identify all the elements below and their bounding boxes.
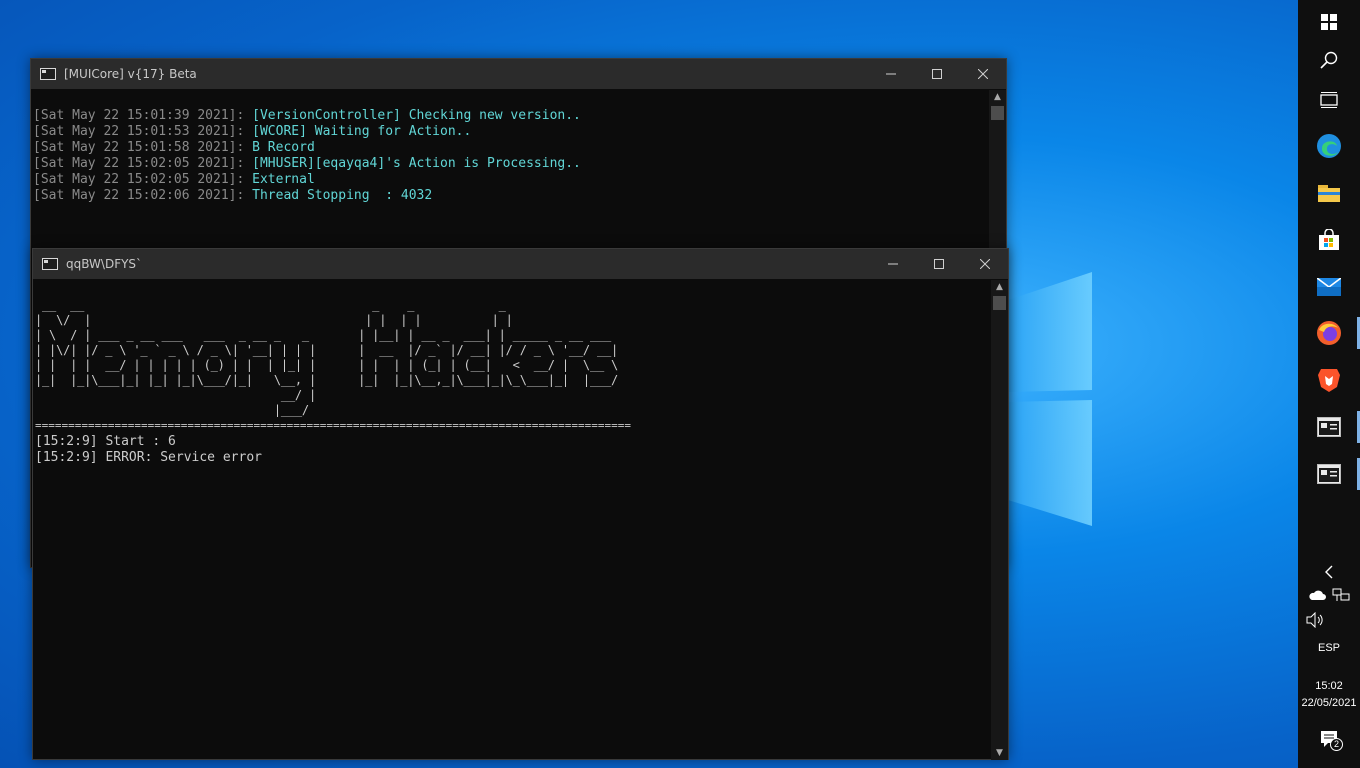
taskbar: ESP 15:02 22/05/2021 2 bbox=[1298, 0, 1360, 768]
brave-icon bbox=[1318, 369, 1340, 392]
maximize-icon bbox=[934, 259, 944, 269]
memoryhackers-console-window[interactable]: qqBW\DFYS` __ __ _ _ _ | \/ | | | | | | … bbox=[32, 248, 1009, 760]
ascii-banner: __ __ _ _ _ | \/ | | | | | | | | \ / | _… bbox=[35, 298, 619, 417]
onedrive-icon[interactable] bbox=[1308, 588, 1326, 602]
log-line: [Sat May 22 15:01:58 2021]: B Record bbox=[33, 140, 315, 155]
close-button[interactable] bbox=[962, 249, 1008, 279]
maximize-button[interactable] bbox=[916, 249, 962, 279]
console-icon bbox=[1317, 464, 1341, 484]
window-title: [MUICore] v{17} Beta bbox=[64, 67, 197, 81]
window-title: qqBW\DFYS` bbox=[66, 257, 143, 271]
log-line: [Sat May 22 15:02:05 2021]: [MHUSER][eqa… bbox=[33, 156, 581, 171]
scroll-up-icon[interactable]: ▲ bbox=[991, 280, 1008, 294]
scroll-down-icon[interactable]: ▼ bbox=[991, 746, 1008, 760]
notification-count-badge: 2 bbox=[1330, 738, 1343, 751]
console-icon bbox=[42, 258, 58, 270]
close-icon bbox=[980, 259, 990, 269]
vertical-scrollbar[interactable]: ▲ ▼ bbox=[991, 280, 1008, 760]
maximize-icon bbox=[932, 69, 942, 79]
taskbar-mail[interactable] bbox=[1298, 265, 1360, 309]
clock-date[interactable]: 22/05/2021 bbox=[1298, 697, 1360, 709]
muicore-titlebar[interactable]: [MUICore] v{17} Beta bbox=[31, 59, 1006, 89]
task-view-button[interactable] bbox=[1298, 78, 1360, 122]
file-explorer-icon bbox=[1318, 185, 1340, 202]
scroll-up-icon[interactable]: ▲ bbox=[989, 90, 1006, 104]
search-icon bbox=[1320, 51, 1338, 69]
minimize-icon bbox=[888, 263, 898, 265]
memoryhackers-titlebar[interactable]: qqBW\DFYS` bbox=[33, 249, 1008, 279]
volume-icon bbox=[1306, 611, 1323, 629]
edge-icon bbox=[1317, 134, 1341, 158]
windows-start-icon bbox=[1321, 14, 1337, 30]
scroll-thumb[interactable] bbox=[993, 296, 1006, 310]
console-icon bbox=[40, 68, 56, 80]
minimize-button[interactable] bbox=[870, 249, 916, 279]
taskbar-console-2[interactable] bbox=[1298, 452, 1360, 496]
chevron-left-icon bbox=[1325, 565, 1333, 579]
mail-icon bbox=[1317, 278, 1341, 296]
taskbar-store[interactable] bbox=[1298, 218, 1360, 262]
volume-button[interactable] bbox=[1306, 611, 1326, 629]
taskbar-firefox[interactable] bbox=[1298, 311, 1360, 355]
store-icon bbox=[1319, 229, 1339, 250]
minimize-icon bbox=[886, 73, 896, 75]
memoryhackers-output: __ __ _ _ _ | \/ | | | | | | | | \ / | _… bbox=[33, 279, 991, 759]
tray-icons-row bbox=[1298, 588, 1360, 606]
action-center-button[interactable]: 2 bbox=[1320, 728, 1344, 752]
log-line: [Sat May 22 15:01:53 2021]: [WCORE] Wait… bbox=[33, 124, 472, 139]
desktop-windows-logo bbox=[1008, 272, 1092, 526]
taskbar-console-1[interactable] bbox=[1298, 405, 1360, 449]
network-icon[interactable] bbox=[1332, 588, 1350, 602]
taskbar-file-explorer[interactable] bbox=[1298, 171, 1360, 215]
task-view-icon bbox=[1320, 92, 1338, 108]
taskbar-edge[interactable] bbox=[1298, 124, 1360, 168]
separator-line: ========================================… bbox=[35, 419, 632, 432]
output-line: [15:2:9] Start : 6 bbox=[35, 434, 176, 449]
output-line: [15:2:9] ERROR: Service error bbox=[35, 450, 262, 465]
close-icon bbox=[978, 69, 988, 79]
log-line: [Sat May 22 15:02:05 2021]: External bbox=[33, 172, 315, 187]
clock-time[interactable]: 15:02 bbox=[1298, 680, 1360, 692]
input-language-indicator[interactable]: ESP bbox=[1298, 642, 1360, 654]
minimize-button[interactable] bbox=[868, 59, 914, 89]
close-button[interactable] bbox=[960, 59, 1006, 89]
log-line: [Sat May 22 15:01:39 2021]: [VersionCont… bbox=[33, 108, 581, 123]
console-icon bbox=[1317, 417, 1341, 437]
scroll-thumb[interactable] bbox=[991, 106, 1004, 120]
maximize-button[interactable] bbox=[914, 59, 960, 89]
log-line: [Sat May 22 15:02:06 2021]: Thread Stopp… bbox=[33, 188, 433, 203]
taskbar-brave[interactable] bbox=[1298, 358, 1360, 402]
vertical-scrollbar[interactable]: ▲ bbox=[989, 90, 1006, 250]
firefox-icon bbox=[1317, 321, 1341, 345]
search-button[interactable] bbox=[1298, 38, 1360, 82]
